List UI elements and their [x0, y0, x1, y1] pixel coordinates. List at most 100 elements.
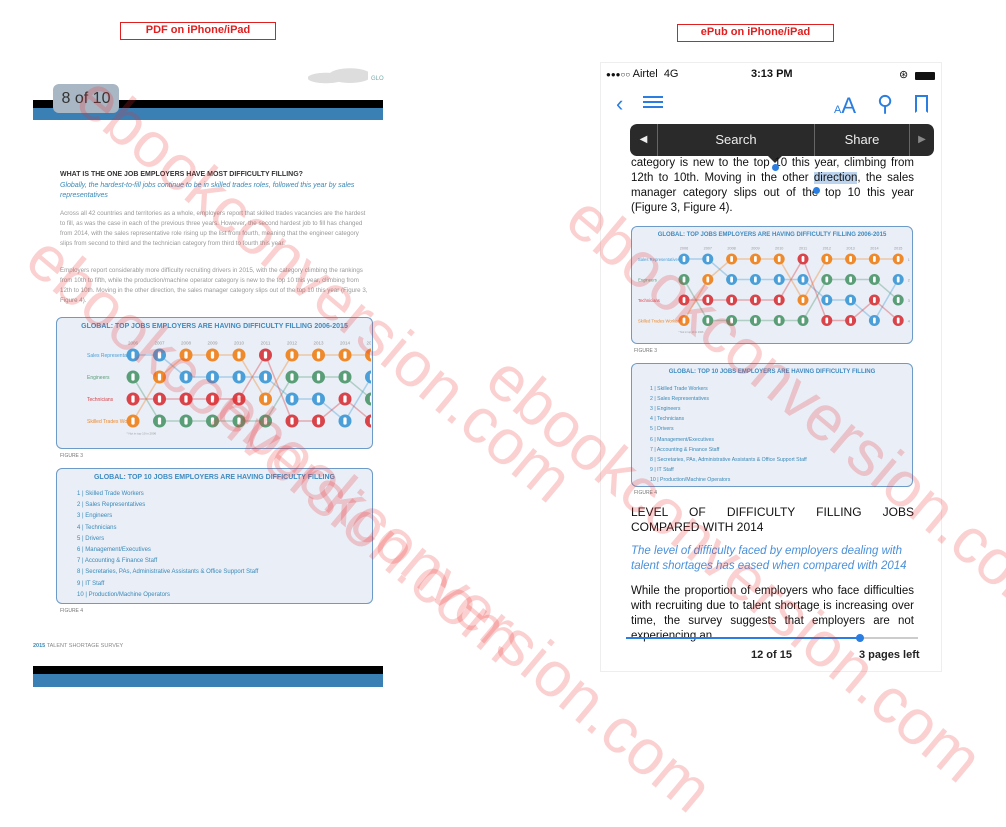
progress-slider[interactable]: [626, 634, 918, 642]
menu-search[interactable]: Search: [658, 124, 814, 156]
person-glyph: [777, 317, 781, 324]
font-size-button[interactable]: AA: [834, 93, 856, 119]
list-item: 1 | Skilled Trade Workers: [77, 491, 144, 497]
person-glyph: [184, 373, 188, 381]
ranking-line: [683, 258, 899, 321]
person-glyph: [873, 276, 876, 283]
contents-button[interactable]: [643, 96, 663, 108]
person-glyph: [290, 373, 294, 381]
person-glyph: [263, 417, 268, 425]
person-glyph: [237, 373, 241, 381]
list-item: 10 | Production/Machine Operators: [650, 476, 731, 483]
list-item: 9 | IT Staff: [77, 580, 105, 587]
person-glyph: [896, 317, 900, 324]
person-glyph: [873, 255, 876, 263]
carrier: Airtel: [632, 68, 658, 80]
person-glyph: [896, 296, 900, 304]
selection-end-handle[interactable]: [813, 187, 820, 194]
year-label: 2015: [894, 247, 902, 251]
figure4-list: GLOBAL: TOP 10 JOBS EMPLOYERS ARE HAVING…: [631, 363, 913, 487]
person-glyph: [184, 395, 188, 403]
person-glyph: [849, 276, 852, 283]
pdf-page[interactable]: GLO 8 of 10 WHAT IS THE ONE JOB EMPLOYER…: [33, 60, 384, 690]
back-button[interactable]: ‹: [616, 91, 623, 117]
person-glyph: [706, 276, 710, 283]
person-glyph: [131, 417, 135, 425]
epub-screen[interactable]: ●●●○○ Airtel 4G 3:13 PM ⊛ ‹ AA ⚲ ◀ Searc…: [600, 62, 942, 672]
section-intro: Globally, the hardest-to-fill jobs conti…: [60, 182, 355, 199]
selected-text[interactable]: direction: [813, 172, 858, 184]
person-glyph: [754, 296, 757, 304]
ranking-line: [684, 257, 899, 322]
slider-thumb[interactable]: [855, 634, 864, 642]
person-glyph: [777, 296, 781, 304]
menu-share[interactable]: Share: [815, 124, 909, 156]
page-number: 12 of 15: [751, 649, 792, 661]
row-label: Engineers: [87, 375, 110, 381]
status-left: ●●●○○ Airtel 4G: [606, 68, 679, 80]
person-glyph: [316, 395, 321, 403]
rank-label: 3: [908, 299, 910, 303]
person-glyph: [873, 317, 876, 324]
person-glyph: [754, 317, 757, 324]
person-glyph: [316, 373, 321, 381]
rank-label: 2: [908, 279, 910, 283]
figure-caption: FIGURE 3: [60, 453, 84, 459]
year-label: 2013: [313, 341, 324, 346]
world-map-icon: [308, 66, 368, 90]
year-label: 2012: [287, 341, 298, 346]
person-glyph: [343, 373, 347, 381]
person-glyph: [210, 373, 215, 381]
person-glyph: [706, 255, 710, 263]
ranking-line: [684, 258, 899, 322]
context-menu: ◀ Search Share ▶: [630, 124, 934, 156]
list-title: GLOBAL: TOP 10 JOBS EMPLOYERS ARE HAVING…: [93, 474, 335, 481]
person-glyph: [263, 395, 268, 403]
bookmark-icon[interactable]: [915, 95, 928, 113]
clock: 3:13 PM: [751, 68, 793, 80]
list-item: 6 | Management/Executives: [650, 436, 714, 443]
footer: 2015 TALENT SHORTAGE SURVEY: [33, 643, 123, 649]
person-glyph: [682, 296, 686, 304]
person-glyph: [825, 276, 829, 283]
ranking-chart: Sales Representatives Engineers Technician…: [638, 247, 910, 335]
person-glyph: [131, 351, 135, 359]
row-label: Sales Representatives: [638, 257, 680, 262]
list-item: 2 | Sales Representatives: [77, 502, 146, 509]
person-glyph: [210, 395, 215, 403]
person-glyph: [316, 351, 321, 359]
figure4-list: GLOBAL: TOP 10 JOBS EMPLOYERS ARE HAVING…: [56, 468, 373, 604]
footnote: * Not in top 10 in 2006: [679, 331, 704, 334]
person-glyph: [290, 351, 294, 359]
body-text: While the proportion of employers who fa…: [631, 585, 914, 642]
figure-caption: FIGURE 4: [60, 608, 84, 614]
list-item: 3 | Engineers: [77, 513, 113, 520]
person-glyph: [369, 417, 371, 425]
person-glyph: [237, 417, 241, 425]
person-glyph: [157, 351, 162, 359]
person-glyph: [343, 351, 347, 359]
year-label: 2007: [154, 341, 165, 346]
person-glyph: [682, 317, 686, 324]
pdf-label: PDF on iPhone/iPad: [120, 22, 276, 40]
rank-label: 1: [908, 258, 910, 262]
row-label: Skilled Trades Workers: [638, 319, 681, 324]
network: 4G: [663, 68, 679, 80]
person-glyph: [896, 255, 900, 263]
person-glyph: [343, 417, 347, 425]
year-label: 2010: [234, 341, 245, 346]
menu-prev-arrow[interactable]: ◀: [630, 124, 657, 156]
ranking-line: [133, 353, 371, 422]
rotation-lock-icon: ⊛: [899, 69, 909, 81]
person-glyph: [682, 255, 686, 263]
list-item: 4 | Technicians: [650, 416, 685, 423]
person-glyph: [849, 296, 852, 304]
section-intro: The level of difficulty faced by employe…: [631, 545, 907, 572]
person-glyph: [706, 317, 710, 324]
search-icon[interactable]: ⚲: [877, 91, 893, 117]
selection-start-handle[interactable]: [772, 164, 779, 171]
person-glyph: [801, 255, 805, 263]
menu-next-arrow[interactable]: ▶: [910, 124, 934, 156]
person-glyph: [777, 276, 781, 283]
person-glyph: [682, 276, 686, 283]
